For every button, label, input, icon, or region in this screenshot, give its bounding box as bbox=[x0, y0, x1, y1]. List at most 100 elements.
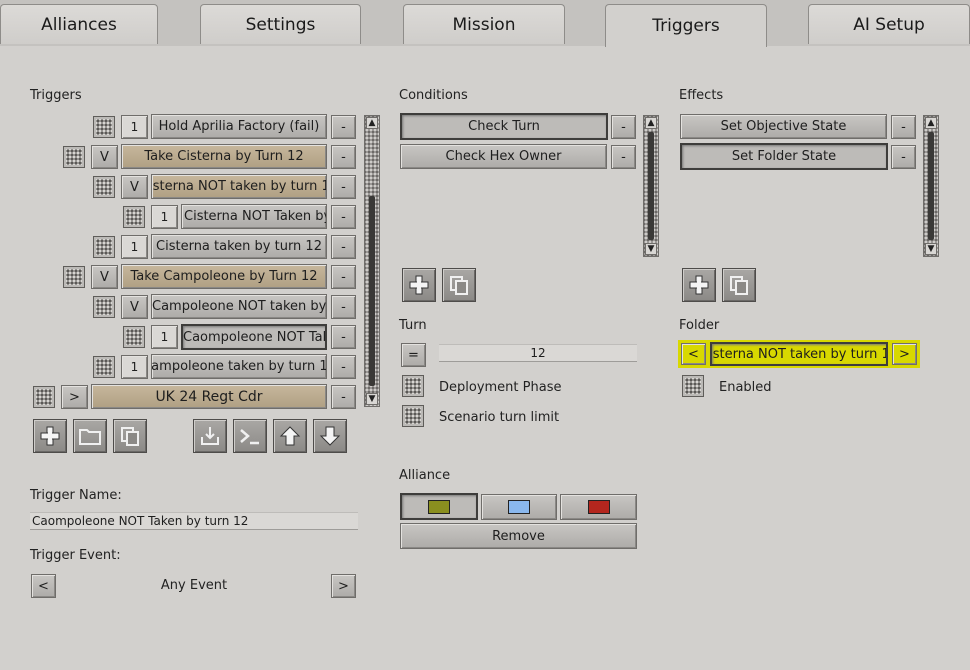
trigger-remove-button[interactable]: - bbox=[331, 325, 356, 349]
tab-triggers[interactable]: Triggers bbox=[605, 4, 767, 47]
scroll-up-icon[interactable]: ▲ bbox=[645, 117, 657, 129]
trigger-checkbox[interactable] bbox=[123, 206, 145, 228]
trigger-flag-button[interactable]: 1 bbox=[121, 235, 148, 259]
condition-item-selected[interactable]: Check Turn bbox=[400, 113, 608, 140]
folder-icon[interactable] bbox=[73, 419, 107, 453]
scroll-down-icon[interactable]: ▼ bbox=[925, 243, 937, 255]
trigger-item[interactable]: Campoleone NOT taken by turn 12 bbox=[151, 294, 327, 319]
trigger-flag-button[interactable]: V bbox=[91, 265, 118, 289]
trigger-checkbox[interactable] bbox=[63, 266, 85, 288]
trigger-checkbox[interactable] bbox=[123, 326, 145, 348]
tab-settings[interactable]: Settings bbox=[200, 4, 361, 44]
scroll-thumb[interactable] bbox=[928, 132, 934, 240]
trigger-checkbox[interactable] bbox=[93, 116, 115, 138]
alliance-color-swatch bbox=[428, 499, 450, 514]
alliance-remove-button[interactable]: Remove bbox=[400, 523, 637, 549]
trigger-checkbox[interactable] bbox=[93, 236, 115, 258]
trigger-flag-button[interactable]: V bbox=[91, 145, 118, 169]
add-icon[interactable] bbox=[402, 268, 436, 302]
triggers-scrollbar[interactable]: ▲ ▼ bbox=[364, 115, 380, 407]
trigger-remove-button[interactable]: - bbox=[331, 205, 356, 229]
scroll-up-icon[interactable]: ▲ bbox=[366, 117, 378, 129]
add-icon[interactable] bbox=[682, 268, 716, 302]
deployment-phase-label: Deployment Phase bbox=[439, 380, 562, 395]
trigger-checkbox[interactable] bbox=[63, 146, 85, 168]
trigger-event-next-button[interactable]: > bbox=[331, 574, 356, 598]
condition-remove-button[interactable]: - bbox=[611, 145, 636, 169]
turn-heading: Turn bbox=[399, 318, 427, 333]
scenario-turn-limit-label: Scenario turn limit bbox=[439, 410, 560, 425]
trigger-remove-button[interactable]: - bbox=[331, 235, 356, 259]
trigger-item-selected[interactable]: Caompoleone NOT Taken by turn 12 bbox=[181, 324, 327, 350]
trigger-remove-button[interactable]: - bbox=[331, 385, 356, 409]
move-down-icon[interactable] bbox=[313, 419, 347, 453]
console-icon[interactable] bbox=[233, 419, 267, 453]
trigger-remove-button[interactable]: - bbox=[331, 355, 356, 379]
scroll-down-icon[interactable]: ▼ bbox=[366, 393, 378, 405]
trigger-flag-button[interactable]: 1 bbox=[121, 115, 148, 139]
tab-ai-setup[interactable]: AI Setup bbox=[808, 4, 970, 44]
trigger-item[interactable]: Cisterna NOT Taken by turn 12 bbox=[181, 204, 327, 229]
trigger-checkbox[interactable] bbox=[93, 356, 115, 378]
trigger-remove-button[interactable]: - bbox=[331, 295, 356, 319]
copy-icon[interactable] bbox=[442, 268, 476, 302]
alliance-option[interactable] bbox=[560, 494, 637, 520]
alliance-color-swatch bbox=[587, 500, 610, 514]
trigger-checkbox[interactable] bbox=[93, 296, 115, 318]
trigger-item[interactable]: Hold Aprilia Factory (fail) bbox=[151, 114, 327, 139]
turn-value-input[interactable]: 12 bbox=[439, 344, 637, 362]
deployment-phase-checkbox[interactable] bbox=[402, 375, 424, 397]
copy-icon[interactable] bbox=[722, 268, 756, 302]
trigger-remove-button[interactable]: - bbox=[331, 265, 356, 289]
effect-remove-button[interactable]: - bbox=[891, 145, 916, 169]
scroll-thumb[interactable] bbox=[369, 196, 375, 386]
move-up-icon[interactable] bbox=[273, 419, 307, 453]
scenario-turn-limit-checkbox[interactable] bbox=[402, 405, 424, 427]
effect-remove-button[interactable]: - bbox=[891, 115, 916, 139]
alliance-color-swatch bbox=[508, 500, 530, 514]
effect-item[interactable]: Set Objective State bbox=[680, 114, 887, 139]
trigger-flag-button[interactable]: 1 bbox=[151, 205, 178, 229]
conditions-scrollbar[interactable]: ▲ ▼ bbox=[643, 115, 659, 257]
effect-item-selected[interactable]: Set Folder State bbox=[680, 143, 888, 170]
trigger-folder-item[interactable]: UK 24 Regt Cdr bbox=[91, 384, 327, 409]
folder-next-button[interactable]: > bbox=[892, 343, 917, 365]
trigger-checkbox[interactable] bbox=[33, 386, 55, 408]
trigger-flag-button[interactable]: 1 bbox=[151, 325, 178, 349]
folder-enabled-checkbox[interactable] bbox=[682, 375, 704, 397]
alliance-option[interactable] bbox=[481, 494, 557, 520]
trigger-item[interactable]: Campoleone taken by turn 12 bbox=[151, 354, 327, 379]
trigger-event-prev-button[interactable]: < bbox=[31, 574, 56, 598]
scroll-up-icon[interactable]: ▲ bbox=[925, 117, 937, 129]
folder-heading: Folder bbox=[679, 318, 720, 333]
tab-mission[interactable]: Mission bbox=[403, 4, 565, 44]
folder-value[interactable]: Cisterna NOT taken by turn 12 bbox=[710, 342, 888, 366]
alliance-option-selected[interactable] bbox=[400, 493, 478, 520]
trigger-remove-button[interactable]: - bbox=[331, 115, 356, 139]
scroll-down-icon[interactable]: ▼ bbox=[645, 243, 657, 255]
trigger-remove-button[interactable]: - bbox=[331, 145, 356, 169]
trigger-item[interactable]: Cisterna NOT taken by turn 12 bbox=[151, 174, 327, 199]
trigger-flag-button[interactable]: V bbox=[121, 295, 148, 319]
trigger-remove-button[interactable]: - bbox=[331, 175, 356, 199]
folder-selector: < Cisterna NOT taken by turn 12 > bbox=[678, 340, 920, 368]
copy-icon[interactable] bbox=[113, 419, 147, 453]
tab-alliances[interactable]: Alliances bbox=[0, 4, 158, 44]
expand-folder-button[interactable]: > bbox=[61, 385, 88, 409]
add-icon[interactable] bbox=[33, 419, 67, 453]
trigger-item[interactable]: Cisterna taken by turn 12 bbox=[151, 234, 327, 259]
effects-scrollbar[interactable]: ▲ ▼ bbox=[923, 115, 939, 257]
trigger-flag-button[interactable]: V bbox=[121, 175, 148, 199]
turn-operator-button[interactable]: = bbox=[401, 343, 426, 367]
condition-remove-button[interactable]: - bbox=[611, 115, 636, 139]
trigger-flag-button[interactable]: 1 bbox=[121, 355, 148, 379]
trigger-item[interactable]: Take Campoleone by Turn 12 bbox=[121, 264, 327, 289]
trigger-event-value: Any Event bbox=[160, 578, 228, 593]
scroll-thumb[interactable] bbox=[648, 132, 654, 240]
trigger-item[interactable]: Take Cisterna by Turn 12 bbox=[121, 144, 327, 169]
folder-prev-button[interactable]: < bbox=[681, 343, 706, 365]
condition-item[interactable]: Check Hex Owner bbox=[400, 144, 607, 169]
import-icon[interactable] bbox=[193, 419, 227, 453]
trigger-name-input[interactable]: Caompoleone NOT Taken by turn 12 bbox=[30, 512, 358, 530]
trigger-checkbox[interactable] bbox=[93, 176, 115, 198]
